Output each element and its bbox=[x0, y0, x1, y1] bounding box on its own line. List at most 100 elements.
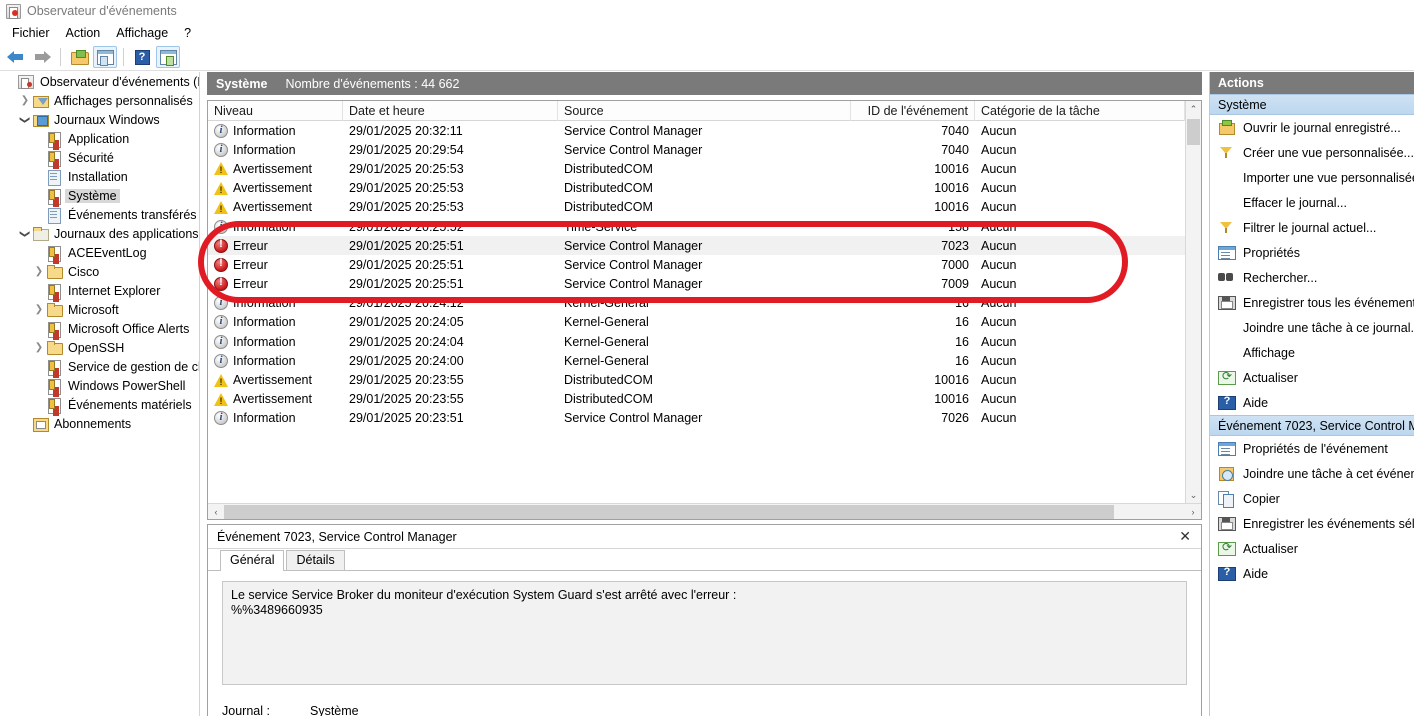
action-item-actualiser[interactable]: Actualiser bbox=[1210, 365, 1414, 390]
tab-general[interactable]: Général bbox=[220, 550, 285, 571]
forward-button[interactable] bbox=[30, 46, 54, 68]
sidebar-item-internet-explorer[interactable]: Internet Explorer bbox=[0, 281, 199, 300]
sidebar-item-v-nements-mat-riels[interactable]: Événements matériels bbox=[0, 395, 199, 414]
action-item-affichage[interactable]: Affichage bbox=[1210, 340, 1414, 365]
sidebar-item-syst-me[interactable]: Système bbox=[0, 186, 199, 205]
folder-windows-icon bbox=[32, 113, 49, 127]
action-item-enregistrer-les-v-nements-s-lect[interactable]: Enregistrer les événements sélect bbox=[1210, 511, 1414, 536]
close-icon[interactable]: ✕ bbox=[1175, 528, 1195, 545]
table-row[interactable]: Erreur 29/01/2025 20:25:51 Service Control… bbox=[208, 275, 1201, 294]
action-item-propri-t-s-de-l-v-nement[interactable]: Propriétés de l'événement bbox=[1210, 436, 1414, 461]
menu-item-fichier[interactable]: Fichier bbox=[4, 24, 58, 42]
sidebar-item-windows-powershell[interactable]: Windows PowerShell bbox=[0, 376, 199, 395]
sidebar-item-openssh[interactable]: ❯ OpenSSH bbox=[0, 338, 199, 357]
action-item-joindre-une-t-che-ce-journal[interactable]: Joindre une tâche à ce journal... bbox=[1210, 315, 1414, 340]
action-item-actualiser[interactable]: Actualiser bbox=[1210, 536, 1414, 561]
toggle-action-pane-button[interactable] bbox=[156, 46, 180, 68]
event-detail-tabs[interactable]: Général Détails bbox=[208, 549, 1201, 571]
horizontal-scroll-track[interactable] bbox=[224, 504, 1185, 519]
column-header-source[interactable]: Source bbox=[558, 101, 851, 121]
sidebar-item-aceeventlog[interactable]: ACEEventLog bbox=[0, 243, 199, 262]
event-message-box[interactable]: Le service Service Broker du moniteur d'… bbox=[222, 581, 1187, 685]
sidebar-item-service-de-gestion-de-cl-s[interactable]: Service de gestion de clés bbox=[0, 357, 199, 376]
action-item-cr-er-une-vue-personnalis-e[interactable]: Créer une vue personnalisée... bbox=[1210, 140, 1414, 165]
menu-item-help[interactable]: ? bbox=[176, 24, 199, 42]
table-row[interactable]: Avertissement 29/01/2025 20:25:53 Distribu… bbox=[208, 198, 1201, 217]
sidebar-item-microsoft[interactable]: ❯ Microsoft bbox=[0, 300, 199, 319]
chevron-right-icon[interactable]: ❯ bbox=[32, 303, 46, 317]
table-row[interactable]: Information 29/01/2025 20:24:05 Kernel-Gen… bbox=[208, 313, 1201, 332]
action-item-filtrer-le-journal-actuel[interactable]: Filtrer le journal actuel... bbox=[1210, 215, 1414, 240]
action-item-rechercher[interactable]: Rechercher... bbox=[1210, 265, 1414, 290]
table-row[interactable]: Avertissement 29/01/2025 20:23:55 Distribu… bbox=[208, 370, 1201, 389]
sidebar-item-journaux-des-applications-et-de[interactable]: ❯ Journaux des applications et de bbox=[0, 224, 199, 243]
event-level-cell: Information bbox=[208, 294, 343, 313]
toggle-tree-pane-button[interactable] bbox=[93, 46, 117, 68]
vertical-scroll-thumb[interactable] bbox=[1187, 119, 1200, 145]
action-item-propri-t-s[interactable]: Propriétés bbox=[1210, 240, 1414, 265]
event-list-rows[interactable]: Information 29/01/2025 20:32:11 Service Co… bbox=[208, 121, 1201, 428]
table-row[interactable]: Avertissement 29/01/2025 20:25:53 Distribu… bbox=[208, 159, 1201, 178]
help-button[interactable]: ? bbox=[130, 46, 154, 68]
table-row[interactable]: Avertissement 29/01/2025 20:23:55 Distribu… bbox=[208, 390, 1201, 409]
table-row[interactable]: Information 29/01/2025 20:23:51 Service Co… bbox=[208, 409, 1201, 428]
chevron-down-icon[interactable]: ❯ bbox=[18, 227, 32, 241]
action-item-aide[interactable]: Aide bbox=[1210, 561, 1414, 586]
event-level-label: Information bbox=[233, 315, 296, 330]
table-row[interactable]: Erreur 29/01/2025 20:25:51 Service Control… bbox=[208, 236, 1201, 256]
event-metadata: Journal :SystèmeSource :Service Control … bbox=[222, 699, 1187, 716]
scroll-left-arrow-icon[interactable]: ‹ bbox=[208, 507, 224, 517]
column-header-id-de-l-v-nement[interactable]: ID de l'événement bbox=[851, 101, 975, 121]
menu-item-action[interactable]: Action bbox=[58, 24, 109, 42]
sidebar-item-abonnements[interactable]: Abonnements bbox=[0, 414, 199, 433]
action-icon-placeholder bbox=[1218, 170, 1236, 185]
chevron-down-icon[interactable]: ❯ bbox=[18, 113, 32, 127]
sidebar-item-installation[interactable]: Installation bbox=[0, 167, 199, 186]
chevron-right-icon[interactable]: ❯ bbox=[18, 94, 32, 108]
action-item-importer-une-vue-personnalis-e[interactable]: Importer une vue personnalisée... bbox=[1210, 165, 1414, 190]
sidebar-item-observateur-d-v-nements-local[interactable]: Observateur d'événements (Local) bbox=[0, 72, 199, 91]
table-row[interactable]: Information 29/01/2025 20:32:11 Service Co… bbox=[208, 121, 1201, 140]
chevron-right-icon[interactable]: ❯ bbox=[32, 265, 46, 279]
sidebar-item-s-curit[interactable]: Sécurité bbox=[0, 148, 199, 167]
table-row[interactable]: Information 29/01/2025 20:24:12 Kernel-Gen… bbox=[208, 294, 1201, 313]
event-datetime-cell: 29/01/2025 20:25:53 bbox=[349, 161, 464, 176]
event-datetime-cell: 29/01/2025 20:23:55 bbox=[349, 392, 464, 407]
column-header-date-et-heure[interactable]: Date et heure bbox=[343, 101, 558, 121]
table-row[interactable]: Erreur 29/01/2025 20:25:51 Service Control… bbox=[208, 255, 1201, 274]
table-row[interactable]: Avertissement 29/01/2025 20:25:53 Distribu… bbox=[208, 179, 1201, 198]
table-row[interactable]: Information 29/01/2025 20:24:00 Kernel-Gen… bbox=[208, 351, 1201, 370]
event-list-column-headers[interactable]: Niveau Date et heure Source ID de l'événeme… bbox=[208, 101, 1201, 121]
sidebar-item-affichages-personnalis-s[interactable]: ❯ Affichages personnalisés bbox=[0, 91, 199, 110]
open-folder-button[interactable] bbox=[67, 46, 91, 68]
sidebar-item-v-nements-transf-r-s[interactable]: Événements transférés bbox=[0, 205, 199, 224]
table-row[interactable]: Information 29/01/2025 20:24:04 Kernel-Gen… bbox=[208, 332, 1201, 351]
event-list-horizontal-scrollbar[interactable]: ‹ › bbox=[208, 503, 1201, 519]
scroll-down-arrow-icon[interactable]: ⌄ bbox=[1186, 487, 1201, 503]
horizontal-scroll-thumb[interactable] bbox=[224, 504, 1114, 519]
sidebar-item-microsoft-office-alerts[interactable]: Microsoft Office Alerts bbox=[0, 319, 199, 338]
back-button[interactable] bbox=[4, 46, 28, 68]
sidebar-item-cisco[interactable]: ❯ Cisco bbox=[0, 262, 199, 281]
sidebar-item-application[interactable]: Application bbox=[0, 129, 199, 148]
event-list[interactable]: Niveau Date et heure Source ID de l'événeme… bbox=[207, 100, 1202, 520]
action-item-joindre-une-t-che-cet-v-neme[interactable]: Joindre une tâche à cet événeme bbox=[1210, 461, 1414, 486]
action-item-ouvrir-le-journal-enregistr[interactable]: Ouvrir le journal enregistré... bbox=[1210, 115, 1414, 140]
action-item-aide[interactable]: Aide bbox=[1210, 390, 1414, 415]
column-header-cat-gorie-de-la-t-che[interactable]: Catégorie de la tâche bbox=[975, 101, 1185, 121]
action-item-enregistrer-tous-les-v-nements-s[interactable]: Enregistrer tous les événements s bbox=[1210, 290, 1414, 315]
event-list-vertical-scrollbar[interactable]: ⌃ ⌄ bbox=[1185, 101, 1201, 503]
action-item-effacer-le-journal[interactable]: Effacer le journal... bbox=[1210, 190, 1414, 215]
action-item-copier[interactable]: Copier bbox=[1210, 486, 1414, 511]
table-row[interactable]: Information 29/01/2025 20:29:54 Service Co… bbox=[208, 140, 1201, 159]
menu-item-affichage[interactable]: Affichage bbox=[108, 24, 176, 42]
tab-details[interactable]: Détails bbox=[286, 550, 345, 570]
sidebar-item-journaux-windows[interactable]: ❯ Journaux Windows bbox=[0, 110, 199, 129]
console-tree[interactable]: Observateur d'événements (Local) ❯ Afficha… bbox=[0, 72, 200, 716]
scroll-up-arrow-icon[interactable]: ⌃ bbox=[1186, 101, 1201, 117]
chevron-right-icon[interactable]: ❯ bbox=[32, 341, 46, 355]
table-row[interactable]: Information 29/01/2025 20:25:52 Time-Servi… bbox=[208, 217, 1201, 236]
event-level-label: Avertissement bbox=[233, 373, 312, 388]
column-header-niveau[interactable]: Niveau bbox=[208, 101, 343, 121]
scroll-right-arrow-icon[interactable]: › bbox=[1185, 507, 1201, 517]
